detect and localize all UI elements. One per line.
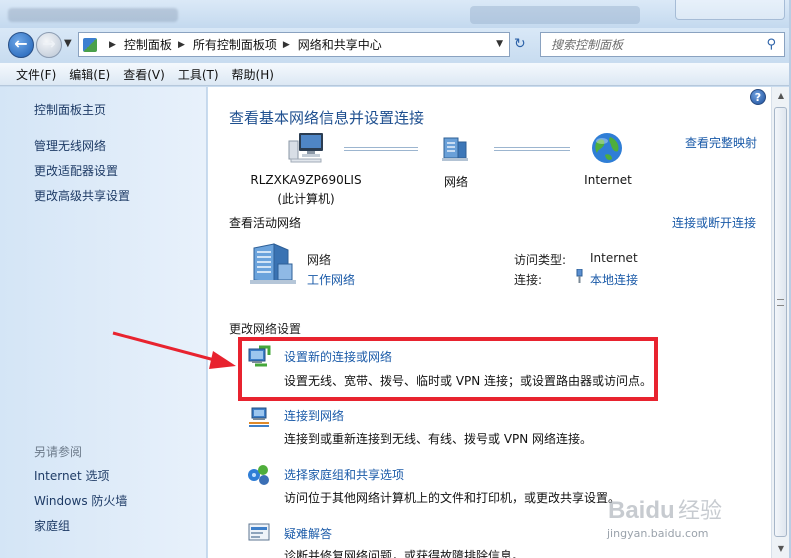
task-connect-network-link[interactable]: 连接到网络 bbox=[284, 407, 344, 424]
menu-tools[interactable]: 工具(T) bbox=[178, 66, 219, 83]
task-connect-network-desc: 连接到或重新连接到无线、有线、拨号或 VPN 网络连接。 bbox=[284, 432, 593, 446]
sidebar-item-wireless[interactable]: 管理无线网络 bbox=[34, 137, 106, 154]
highlight-box bbox=[238, 337, 658, 401]
work-network-icon bbox=[250, 243, 296, 284]
search-icon[interactable]: ⚲ bbox=[766, 37, 776, 52]
breadcrumb: ▶ 控制面板 ▶ 所有控制面板项 ▶ 网络和共享中心 bbox=[103, 36, 382, 53]
search-input[interactable]: 搜索控制面板 ⚲ bbox=[540, 32, 785, 57]
help-icon[interactable]: ? bbox=[750, 89, 766, 105]
sidebar-item-adapter[interactable]: 更改适配器设置 bbox=[34, 162, 118, 179]
change-settings-heading: 更改网络设置 bbox=[229, 322, 302, 336]
local-connection-link[interactable]: 本地连接 bbox=[590, 271, 638, 288]
refresh-icon[interactable]: ↻ bbox=[514, 36, 526, 52]
network-icon bbox=[442, 137, 468, 161]
window-controls[interactable] bbox=[675, 0, 785, 20]
connection-line bbox=[494, 147, 570, 151]
task-homegroup-link[interactable]: 选择家庭组和共享选项 bbox=[284, 466, 404, 483]
address-dropdown-icon[interactable]: ▼ bbox=[496, 39, 503, 49]
connection-label: 连接: bbox=[514, 273, 543, 287]
title-bar bbox=[0, 0, 791, 30]
computer-icon bbox=[288, 133, 323, 163]
menu-view[interactable]: 查看(V) bbox=[123, 66, 165, 83]
menu-bar: 文件(F) 编辑(E) 查看(V) 工具(T) 帮助(H) bbox=[0, 63, 791, 86]
menu-help[interactable]: 帮助(H) bbox=[232, 66, 274, 83]
recent-pages-dropdown[interactable]: ▼ bbox=[64, 38, 72, 49]
vertical-scrollbar[interactable]: ▲ ▼ bbox=[771, 87, 789, 558]
view-full-map-link[interactable]: 查看完整映射 bbox=[685, 134, 757, 151]
breadcrumb-chevron-icon[interactable]: ▶ bbox=[178, 40, 185, 50]
connect-disconnect-link[interactable]: 连接或断开连接 bbox=[672, 214, 756, 231]
watermark-brand: Baidu bbox=[608, 497, 675, 524]
search-placeholder: 搜索控制面板 bbox=[551, 38, 624, 52]
ethernet-plug-icon bbox=[576, 269, 583, 283]
breadcrumb-control-panel[interactable]: 控制面板 bbox=[124, 36, 172, 53]
internet-node-label: Internet bbox=[584, 173, 632, 187]
task-homegroup-desc: 访问位于其他网络计算机上的文件和打印机，或更改共享设置。 bbox=[284, 491, 621, 505]
scroll-up-arrow-icon[interactable]: ▲ bbox=[773, 88, 789, 104]
scroll-grip-icon bbox=[777, 299, 784, 306]
page-title: 查看基本网络信息并设置连接 bbox=[229, 109, 425, 127]
task-troubleshoot-link[interactable]: 疑难解答 bbox=[284, 525, 332, 542]
see-also-firewall[interactable]: Windows 防火墙 bbox=[34, 492, 127, 509]
address-row: ← → ▼ ▶ 控制面板 ▶ 所有控制面板项 ▶ 网络和共享中心 ▼ ↻ 搜索控… bbox=[0, 28, 791, 62]
computer-sub: (此计算机) bbox=[277, 192, 335, 206]
access-type-label: 访问类型: bbox=[514, 253, 567, 267]
back-button[interactable]: ← bbox=[8, 32, 34, 58]
sidebar-item-sharing[interactable]: 更改高级共享设置 bbox=[34, 187, 130, 204]
address-bar[interactable]: ▶ 控制面板 ▶ 所有控制面板项 ▶ 网络和共享中心 ▼ bbox=[78, 32, 510, 57]
see-also-homegroup[interactable]: 家庭组 bbox=[34, 517, 70, 534]
sidebar-item-home[interactable]: 控制面板主页 bbox=[34, 101, 106, 118]
connection-line bbox=[344, 147, 418, 151]
troubleshoot-icon bbox=[248, 523, 270, 541]
network-type-link[interactable]: 工作网络 bbox=[307, 271, 355, 288]
blurred-tab bbox=[470, 6, 640, 24]
breadcrumb-all-items[interactable]: 所有控制面板项 bbox=[193, 36, 277, 53]
homegroup-icon bbox=[248, 465, 269, 485]
active-networks-heading: 查看活动网络 bbox=[229, 216, 302, 230]
menu-file[interactable]: 文件(F) bbox=[16, 66, 56, 83]
network-node-label: 网络 bbox=[443, 175, 468, 189]
blurred-window-title bbox=[8, 8, 178, 22]
connect-to-network-icon bbox=[249, 407, 269, 427]
access-type-value: Internet bbox=[590, 251, 638, 265]
forward-button[interactable]: → bbox=[36, 32, 62, 58]
active-network-name: 网络 bbox=[307, 253, 332, 267]
internet-globe-icon bbox=[592, 133, 622, 163]
see-also-heading: 另请参阅 bbox=[34, 445, 83, 459]
see-also-internet-options[interactable]: Internet 选项 bbox=[34, 467, 109, 484]
watermark-brand-cn: 经验 bbox=[678, 499, 722, 524]
breadcrumb-chevron-icon[interactable]: ▶ bbox=[109, 40, 116, 50]
task-troubleshoot-desc: 诊断并修复网络问题，或获得故障排除信息。 bbox=[284, 549, 525, 558]
computer-name: RLZXKA9ZP690LIS bbox=[250, 173, 362, 187]
menu-edit[interactable]: 编辑(E) bbox=[69, 66, 110, 83]
control-panel-icon bbox=[83, 37, 97, 52]
breadcrumb-network-center[interactable]: 网络和共享中心 bbox=[298, 36, 382, 53]
sidebar: 控制面板主页 管理无线网络 更改适配器设置 更改高级共享设置 另请参阅 Inte… bbox=[0, 87, 207, 558]
scroll-thumb[interactable] bbox=[774, 107, 787, 537]
scroll-down-arrow-icon[interactable]: ▼ bbox=[773, 541, 789, 557]
watermark-url: jingyan.baidu.com bbox=[607, 527, 709, 540]
breadcrumb-chevron-icon[interactable]: ▶ bbox=[283, 40, 290, 50]
